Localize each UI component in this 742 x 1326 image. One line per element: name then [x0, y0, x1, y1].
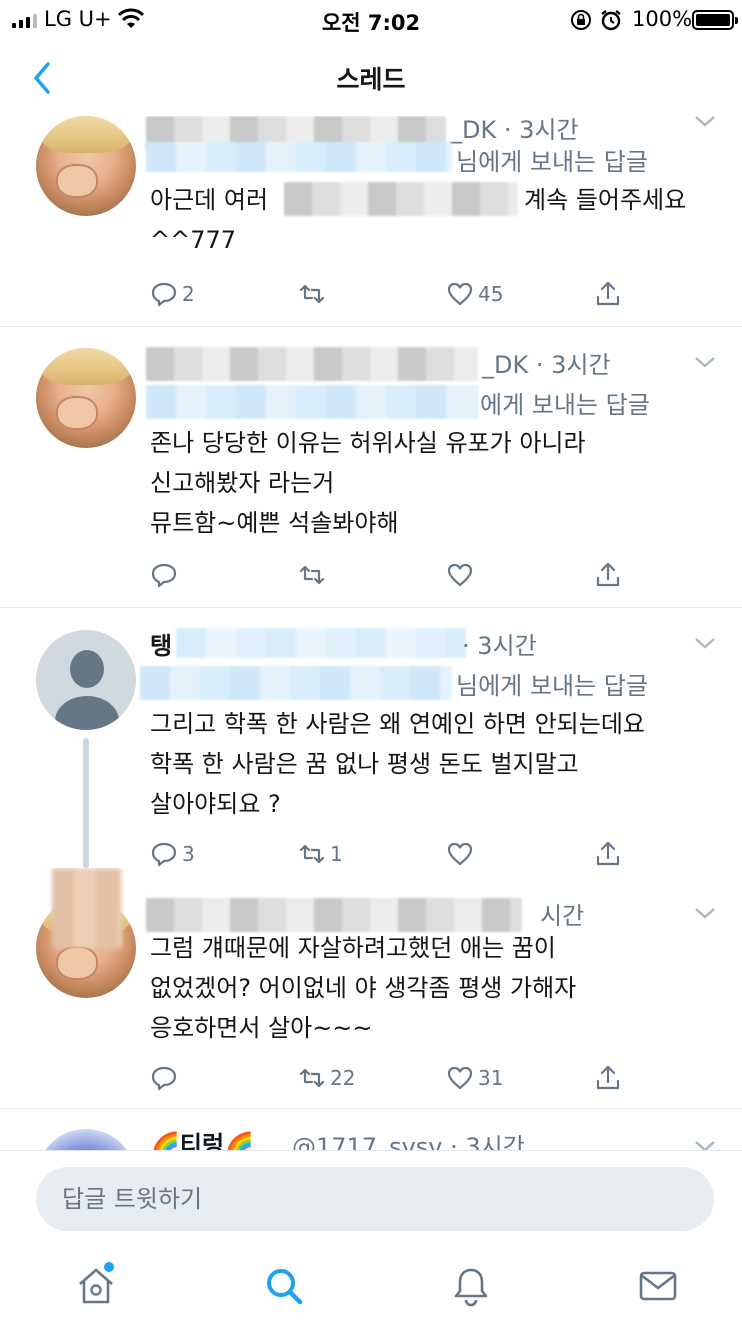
- reply-count: 2: [182, 282, 195, 306]
- tweet[interactable]: 🌈티렁🌈 @1717_svsv · 3시간: [0, 1109, 742, 1150]
- share-button[interactable]: [594, 559, 622, 591]
- share-icon: [596, 841, 620, 866]
- notification-dot: [104, 1262, 114, 1272]
- bell-icon: [454, 1268, 488, 1307]
- page-title: 스레드: [336, 65, 406, 94]
- redacted-name: [146, 347, 478, 381]
- retweet-icon: [299, 565, 325, 585]
- heart-icon: [447, 282, 473, 306]
- tweet-text-line2: ^^777: [150, 226, 237, 254]
- tweet[interactable]: _DK · 3시간 에게 보내는 답글 존나 당당한 이유는 허위사실 유포가 …: [0, 327, 742, 608]
- reply-composer: [0, 1150, 742, 1250]
- chevron-down-icon[interactable]: [694, 116, 716, 128]
- nav-bar: 스레드: [0, 40, 742, 116]
- tweet[interactable]: 탱 · 3시간 님에게 보내는 답글 그리고 학폭 한 사람은 왜 연예인 하면…: [0, 608, 742, 868]
- tweet-meta: @1717_svsv · 3시간: [292, 1133, 525, 1150]
- status-time: 오전 7:02: [321, 11, 421, 35]
- reply-icon: [151, 282, 177, 307]
- tweet-text: 그리고 학폭 한 사람은 왜 연예인 하면 안되는데요 학폭 한 사람은 꿈 없…: [150, 710, 646, 818]
- avatar[interactable]: [36, 348, 136, 448]
- tweet-meta: _DK · 3시간: [482, 351, 611, 379]
- reply-to-line: 님에게 보내는 답글: [456, 148, 648, 176]
- reply-to-line: 님에게 보내는 답글: [456, 672, 648, 700]
- reply-button[interactable]: 3: [150, 838, 195, 868]
- share-icon: [596, 281, 620, 306]
- search-icon: [267, 1269, 303, 1305]
- reply-icon: [151, 842, 177, 867]
- envelope-icon: [639, 1271, 677, 1301]
- tweet-text: 그럼 걔때문에 자살하려고했던 애는 꿈이 없었겠어? 어이없네 야 생각좀 평…: [150, 934, 577, 1042]
- tweet-text: 존나 당당한 이유는 허위사실 유포가 아니라 신고해봤자 라는거 뮤트함~예쁜…: [150, 429, 586, 537]
- heart-icon: [447, 563, 473, 587]
- redacted-name: [146, 898, 522, 932]
- tab-messages[interactable]: [636, 1264, 680, 1308]
- chevron-down-icon[interactable]: [694, 355, 716, 369]
- tweet-author-name: 탱: [150, 632, 173, 660]
- tweet-actions: [150, 559, 630, 591]
- reply-button[interactable]: [150, 1062, 182, 1094]
- redacted-text: [284, 182, 518, 216]
- retweet-button[interactable]: [298, 278, 330, 310]
- heart-icon: [447, 842, 473, 866]
- retweet-icon: [299, 284, 325, 304]
- share-icon: [596, 562, 620, 587]
- orientation-lock-icon: [571, 10, 591, 30]
- tweet-meta: · 3시간: [462, 632, 537, 660]
- retweet-button[interactable]: 1: [298, 838, 343, 868]
- chevron-down-icon[interactable]: [694, 636, 716, 650]
- tweet[interactable]: _DK · 3시간 님에게 보내는 답글 아근데 여러 계속 들어주세요 ^^7…: [0, 116, 742, 327]
- battery-percent: 100%: [632, 7, 693, 31]
- redacted-handle: [176, 628, 466, 658]
- retweet-icon: [299, 844, 325, 864]
- avatar[interactable]: [36, 630, 136, 730]
- like-button[interactable]: [446, 559, 478, 591]
- reply-icon: [151, 1066, 177, 1091]
- redacted-handle: [146, 385, 478, 419]
- tweet-author-name: 🌈티렁🌈: [150, 1131, 254, 1150]
- tweet-actions: 22 31: [150, 1062, 630, 1094]
- alarm-icon: [601, 10, 621, 31]
- tweet-text: 아근데 여러: [150, 186, 269, 214]
- like-count: 45: [478, 282, 504, 306]
- share-button[interactable]: [594, 278, 622, 310]
- tweet-text-tail: 계속 들어주세요: [524, 186, 687, 214]
- like-button[interactable]: [446, 838, 478, 868]
- like-button[interactable]: 45: [446, 278, 503, 310]
- tweet[interactable]: 시간 그럼 걔때문에 자살하려고했던 애는 꿈이 없었겠어? 어이없네 야 생각…: [0, 868, 742, 1109]
- share-button[interactable]: [594, 1062, 622, 1094]
- retweet-icon: [299, 1068, 325, 1088]
- status-bar: LG U+ 오전 7:02 100%: [0, 0, 742, 40]
- tweet-meta: _DK · 3시간: [450, 116, 579, 144]
- reply-to-line: 에게 보내는 답글: [480, 391, 650, 419]
- retweet-button[interactable]: [298, 559, 330, 591]
- tweet-actions: 2 45: [150, 278, 630, 310]
- retweet-count: 22: [330, 1066, 356, 1090]
- reply-count: 3: [182, 842, 195, 866]
- tab-notifications[interactable]: [449, 1264, 493, 1308]
- share-icon: [596, 1065, 620, 1090]
- heart-icon: [447, 1066, 473, 1090]
- tab-bar: [0, 1250, 742, 1326]
- chevron-down-icon[interactable]: [694, 1139, 716, 1150]
- tweet-meta: 시간: [540, 902, 585, 930]
- redacted-handle: [146, 142, 452, 172]
- retweet-count: 1: [330, 842, 343, 866]
- redacted-avatar: [52, 868, 122, 948]
- reply-tweet-input[interactable]: [36, 1167, 714, 1231]
- reply-button[interactable]: [150, 559, 182, 591]
- reply-button[interactable]: 2: [150, 278, 195, 310]
- redacted-handle: [140, 666, 452, 700]
- battery-icon: [692, 10, 738, 30]
- tweet-actions: 3 1: [150, 838, 630, 868]
- thread-connector: [83, 738, 89, 868]
- retweet-button[interactable]: 22: [298, 1062, 355, 1094]
- avatar[interactable]: [36, 116, 136, 216]
- chevron-down-icon[interactable]: [694, 906, 716, 920]
- avatar[interactable]: [36, 1129, 136, 1150]
- reply-icon: [151, 563, 177, 588]
- share-button[interactable]: [594, 838, 622, 868]
- like-count: 31: [478, 1066, 504, 1090]
- tab-search[interactable]: [262, 1264, 306, 1308]
- like-button[interactable]: 31: [446, 1062, 503, 1094]
